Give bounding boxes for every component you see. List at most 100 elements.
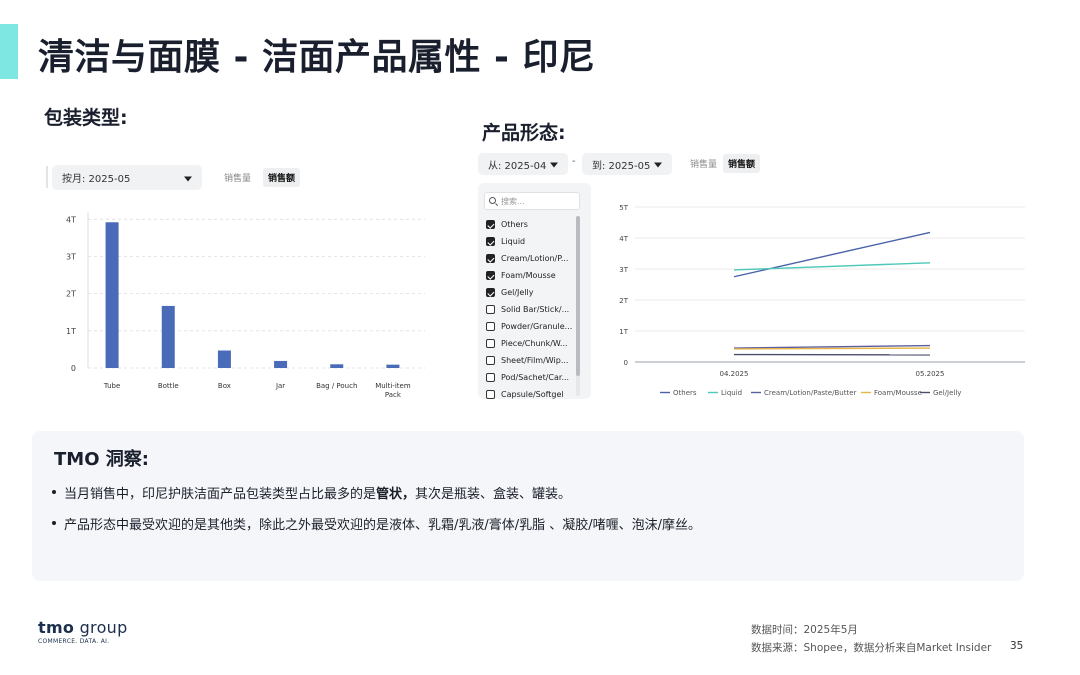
insight-bullet: 当月销售中，印尼护肤洁面产品包装类型占比最多的是管状，其次是瓶装、盒装、罐装。 bbox=[52, 483, 1002, 514]
checkbox[interactable] bbox=[486, 322, 495, 331]
caret-down-icon bbox=[550, 162, 558, 168]
logo-group: group bbox=[74, 618, 128, 637]
filter-item-label: Cream/Lotion/P... bbox=[501, 254, 569, 263]
y-tick-label: 0 bbox=[71, 364, 76, 373]
insight-text: 产品形态中最受欢迎的是其他类，除此之外最受欢迎的是液体、乳霜/乳液/膏体/乳脂 … bbox=[64, 518, 702, 533]
filter-item[interactable]: Gel/Jelly bbox=[486, 284, 578, 301]
filter-search-placeholder: 搜索... bbox=[501, 196, 525, 206]
filter-item[interactable]: Liquid bbox=[486, 233, 578, 250]
legend-label: Cream/Lotion/Paste/Butter bbox=[764, 389, 856, 397]
x-tick-label: Box bbox=[218, 382, 231, 390]
insight-list: 当月销售中，印尼护肤洁面产品包装类型占比最多的是管状，其次是瓶装、盒装、罐装。 … bbox=[52, 483, 1002, 545]
month-select[interactable]: 按月: 2025-05 bbox=[52, 165, 202, 190]
filter-item-label: Gel/Jelly bbox=[501, 288, 534, 297]
search-icon bbox=[489, 197, 496, 204]
filter-item-label: Pod/Sachet/Car... bbox=[501, 373, 570, 382]
data-time: 数据时间：2025年5月 bbox=[751, 624, 858, 636]
from-date-select[interactable]: 从: 2025-04 bbox=[478, 153, 568, 175]
checkbox[interactable] bbox=[486, 339, 495, 348]
legend-label: Liquid bbox=[721, 389, 742, 397]
insight-text: 其次是瓶装、盒装、罐装。 bbox=[415, 487, 572, 502]
y-tick-label: 1T bbox=[66, 327, 76, 336]
y-tick-label: 3T bbox=[66, 252, 76, 261]
filter-item-label: Foam/Mousse bbox=[501, 271, 556, 280]
x-tick-label: Bag / Pouch bbox=[316, 382, 357, 390]
range-dash: - bbox=[572, 156, 576, 167]
month-select-value: 按月: 2025-05 bbox=[62, 174, 131, 185]
x-tick-label: Bottle bbox=[158, 382, 179, 390]
legend-label: Gel/Jelly bbox=[933, 389, 961, 397]
series-line bbox=[733, 231, 931, 278]
to-date-select[interactable]: 到: 2025-05 bbox=[582, 153, 672, 175]
title-accent-bar bbox=[0, 24, 18, 79]
filter-item[interactable]: Pod/Sachet/Car... bbox=[486, 369, 578, 386]
form-amount-toggle[interactable]: 销售额 bbox=[723, 154, 761, 173]
checkbox[interactable] bbox=[486, 390, 495, 399]
filter-search-input[interactable]: 搜索... bbox=[484, 192, 580, 210]
x-tick-label: Tube bbox=[103, 382, 120, 390]
y-tick-label: 1T bbox=[619, 328, 628, 336]
bar bbox=[274, 360, 288, 368]
checkbox[interactable] bbox=[486, 305, 495, 314]
filter-list: Others Liquid Cream/Lotion/P... Foam/Mou… bbox=[486, 216, 578, 399]
packaging-bar-chart: 0 1T 2T 3T 4T Tube Bottle Box Jar Bag / Pouch Mult… bbox=[66, 212, 425, 399]
page-title: 清洁与面膜 - 洁面产品属性 - 印尼 bbox=[38, 37, 596, 78]
filter-scrollbar-thumb[interactable] bbox=[576, 216, 580, 376]
packaging-volume-toggle[interactable]: 销售量 bbox=[219, 168, 256, 187]
filter-item[interactable]: Powder/Granule... bbox=[486, 318, 578, 335]
checkbox[interactable] bbox=[486, 288, 495, 297]
bar bbox=[217, 350, 231, 368]
x-tick-label: Jar bbox=[275, 382, 285, 390]
checkbox[interactable] bbox=[486, 220, 495, 229]
form-volume-toggle[interactable]: 销售量 bbox=[685, 154, 722, 173]
y-tick-label: 3T bbox=[619, 266, 628, 274]
checkbox[interactable] bbox=[486, 271, 495, 280]
to-date-value: 到: 2025-05 bbox=[592, 160, 651, 172]
form-filter-panel: 搜索... Others Liquid Cream/Lotion/P... Fo… bbox=[478, 183, 591, 399]
insight-box: TMO 洞察: 当月销售中，印尼护肤洁面产品包装类型占比最多的是管状，其次是瓶装… bbox=[32, 431, 1024, 581]
insight-bullet: 产品形态中最受欢迎的是其他类，除此之外最受欢迎的是液体、乳霜/乳液/膏体/乳脂 … bbox=[52, 514, 1002, 545]
y-tick-label: 2T bbox=[66, 290, 76, 299]
filter-item[interactable]: Foam/Mousse bbox=[486, 267, 578, 284]
filter-item[interactable]: Sheet/Film/Wip... bbox=[486, 352, 578, 369]
insight-title: TMO 洞察: bbox=[54, 449, 149, 470]
filter-item-label: Piece/Chunk/W... bbox=[501, 339, 568, 348]
y-tick-label: 4T bbox=[66, 215, 76, 224]
filter-item-label: Solid Bar/Stick/... bbox=[501, 305, 570, 314]
logo-tagline: COMMERCE. DATA. AI. bbox=[38, 638, 110, 645]
x-tick-label: 04.2025 bbox=[720, 370, 749, 378]
panel-divider bbox=[46, 166, 48, 188]
bar bbox=[386, 364, 400, 368]
y-tick-label: 0 bbox=[624, 359, 628, 367]
series-line bbox=[733, 347, 931, 350]
form-section-label: 产品形态: bbox=[482, 122, 566, 144]
filter-item-label: Liquid bbox=[501, 237, 526, 246]
logo-main: tmo bbox=[38, 618, 75, 637]
y-tick-label: 5T bbox=[619, 204, 628, 212]
y-tick-label: 2T bbox=[619, 297, 628, 305]
checkbox[interactable] bbox=[486, 237, 495, 246]
checkbox[interactable] bbox=[486, 356, 495, 365]
logo-wordmark: tmo group bbox=[38, 618, 128, 637]
filter-item[interactable]: Solid Bar/Stick/... bbox=[486, 301, 578, 318]
filter-item[interactable]: Piece/Chunk/W... bbox=[486, 335, 578, 352]
legend-label: Foam/Mousse bbox=[874, 389, 922, 397]
filter-scrollbar[interactable] bbox=[576, 216, 580, 396]
caret-down-icon bbox=[184, 176, 192, 181]
filter-item[interactable]: Capsule/Softgel bbox=[486, 386, 578, 399]
x-tick-label: Pack bbox=[385, 391, 402, 399]
caret-down-icon bbox=[654, 162, 662, 168]
packaging-amount-toggle[interactable]: 销售额 bbox=[263, 168, 301, 187]
checkbox[interactable] bbox=[486, 373, 495, 382]
filter-item[interactable]: Others bbox=[486, 216, 578, 233]
data-source: 数据来源：Shopee，数据分析来自Market Insider bbox=[751, 642, 992, 654]
form-line-chart: 0 1T 2T 3T 4T 5T 04.2025 05.2025 Others Liquid Cre… bbox=[619, 204, 1025, 397]
tmo-logo: tmo group COMMERCE. DATA. AI. bbox=[38, 618, 128, 645]
filter-item[interactable]: Cream/Lotion/P... bbox=[486, 250, 578, 267]
bar bbox=[105, 222, 119, 368]
y-tick-label: 4T bbox=[619, 235, 628, 243]
x-tick-label: Multi-item bbox=[375, 382, 411, 390]
checkbox[interactable] bbox=[486, 254, 495, 263]
bar bbox=[161, 305, 175, 368]
x-tick-label: 05.2025 bbox=[916, 370, 945, 378]
